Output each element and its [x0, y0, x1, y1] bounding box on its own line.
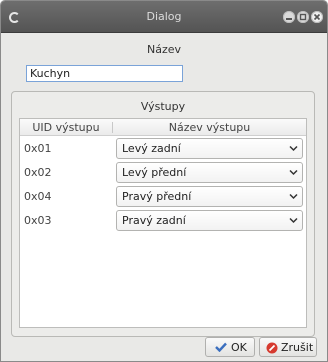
uid-cell: 0x02 — [24, 166, 52, 179]
output-name-select[interactable]: Levý přední — [116, 162, 303, 183]
uid-cell: 0x01 — [24, 142, 52, 155]
output-name-select[interactable]: Levý zadní — [116, 138, 303, 159]
table-row: 0x02 Levý přední — [20, 161, 306, 185]
cancel-label: Zrušit — [281, 341, 314, 354]
dialog-content: Název Výstupy UID výstupu Název výstupu … — [9, 33, 319, 357]
uid-cell: 0x03 — [24, 214, 52, 227]
column-header-name[interactable]: Název výstupu — [113, 121, 306, 134]
ok-button[interactable]: OK — [205, 337, 255, 357]
table-row: 0x04 Pravý přední — [20, 185, 306, 209]
cancel-icon — [266, 342, 278, 354]
chevron-down-icon — [289, 193, 298, 200]
outputs-group: Výstupy UID výstupu Název výstupu 0x01 L… — [11, 91, 315, 337]
table-row: 0x03 Pravý zadní — [20, 209, 306, 233]
chevron-down-icon — [289, 145, 298, 152]
close-icon[interactable] — [311, 11, 323, 23]
minimize-icon[interactable] — [283, 11, 295, 23]
select-value: Pravý přední — [122, 190, 192, 203]
name-field[interactable] — [26, 65, 183, 82]
select-value: Pravý zadní — [122, 214, 186, 227]
maximize-icon[interactable] — [297, 11, 309, 23]
checkmark-icon — [215, 342, 227, 352]
select-value: Levý přední — [122, 166, 187, 179]
column-header-uid[interactable]: UID výstupu — [20, 121, 112, 134]
dialog-window: Dialog Název Výstupy UID výstupu Název v… — [0, 0, 328, 362]
output-name-select[interactable]: Pravý přední — [116, 186, 303, 207]
window-title: Dialog — [146, 10, 182, 23]
cancel-button[interactable]: Zrušit — [259, 337, 317, 357]
ok-label: OK — [231, 341, 247, 354]
select-value: Levý zadní — [122, 142, 181, 155]
chevron-down-icon — [289, 169, 298, 176]
chevron-down-icon — [289, 217, 298, 224]
output-name-select[interactable]: Pravý zadní — [116, 210, 303, 231]
name-label: Název — [146, 43, 182, 56]
table-header: UID výstupu Název výstupu — [20, 119, 306, 136]
outputs-group-title: Výstupy — [140, 100, 186, 113]
outputs-table: UID výstupu Název výstupu 0x01 Levý zadn… — [19, 118, 307, 328]
title-bar[interactable]: Dialog — [1, 1, 327, 33]
table-row: 0x01 Levý zadní — [20, 137, 306, 161]
uid-cell: 0x04 — [24, 190, 52, 203]
